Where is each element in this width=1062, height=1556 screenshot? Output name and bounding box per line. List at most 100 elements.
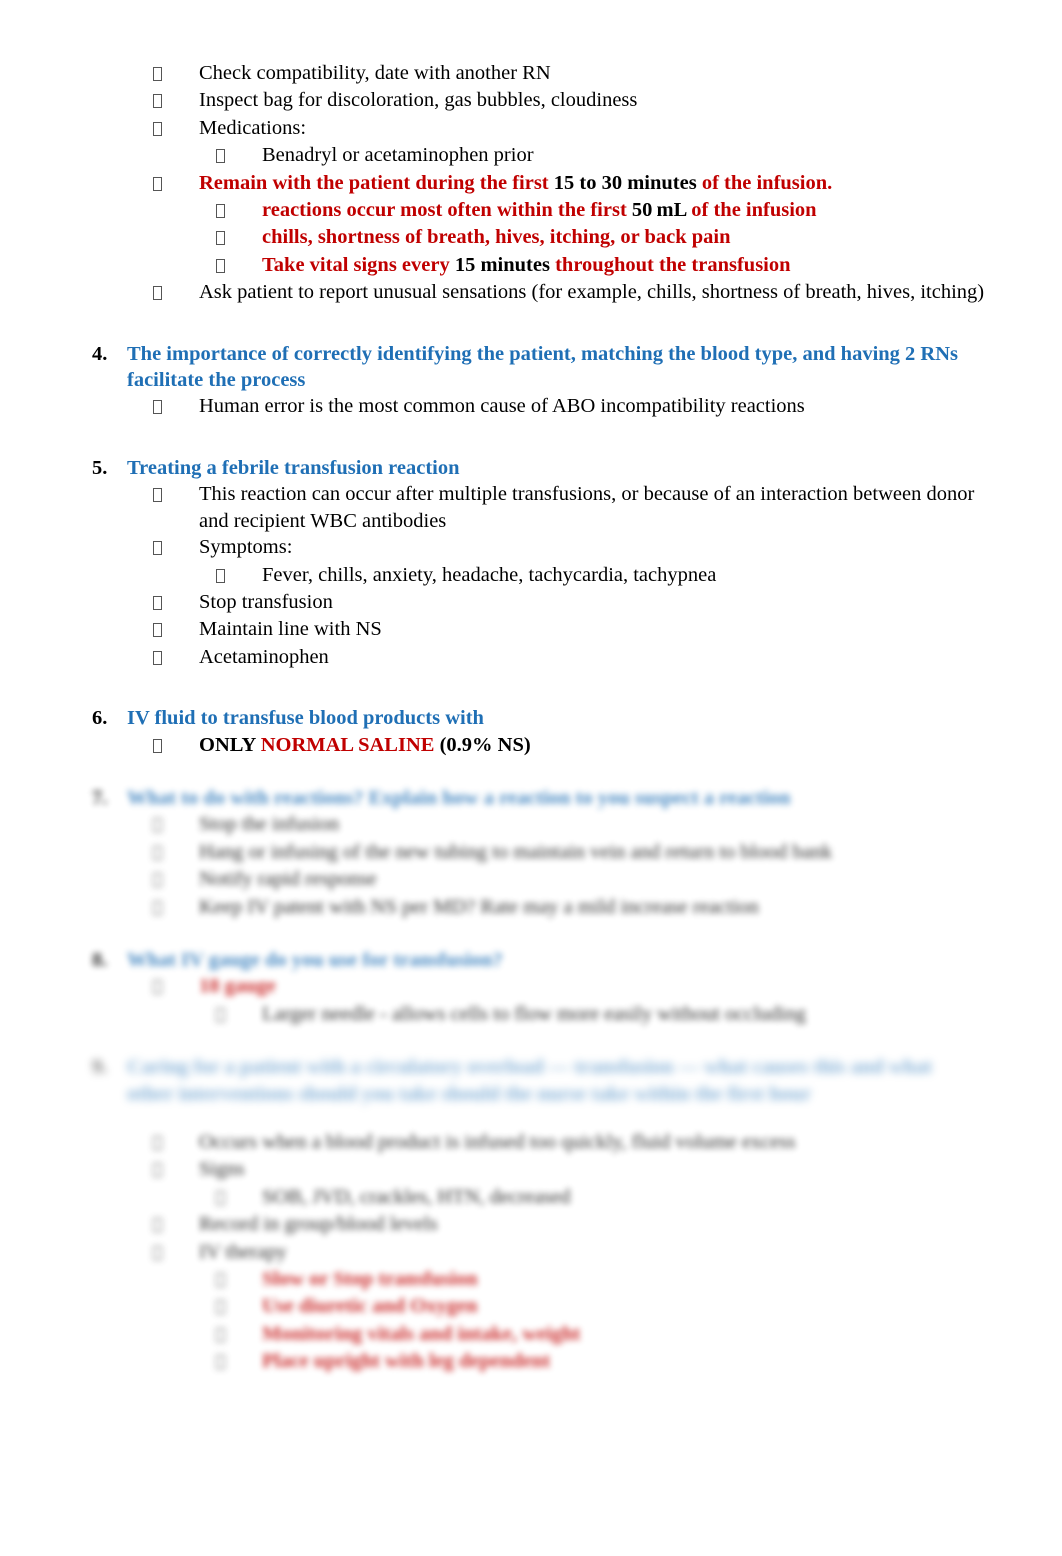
list-item: Signs [0,1156,1062,1183]
bullet-glyph-icon [153,840,167,866]
bullet-glyph-icon [153,1130,167,1156]
list-item-label: Stop transfusion [199,590,333,613]
bullet-glyph-icon [153,1240,167,1266]
bullet-glyph-icon [153,895,167,921]
list-item-label: Acetaminophen [199,645,329,668]
list-item-label: Monitoring vitals and intake, weight [262,1322,581,1345]
section-5-heading-row: 5. Treating a febrile transfusion reacti… [0,455,1062,481]
bullet-glyph-icon [153,617,167,643]
bullet-glyph-icon [216,1185,230,1211]
vitals-text-black: 15 minutes [454,253,556,276]
bullet-glyph-icon [216,253,230,279]
reactions-timing-item: reactions occur most often within the fi… [0,197,1062,224]
top-bullet-list: Check compatibility, date with another R… [0,60,1062,307]
list-item-label: Fever, chills, anxiety, headache, tachyc… [262,563,717,586]
bullet-glyph-icon [216,143,230,169]
bullet-glyph-icon [153,733,167,759]
section-8-heading: What IV gauge do you use for transfusion… [127,948,503,971]
bullet-glyph-icon [216,563,230,589]
bullet-glyph-icon [216,1322,230,1348]
list-item-label: Slow or Stop transfusion [262,1268,478,1291]
section-4: 4. The importance of correctly identifyi… [0,341,1062,421]
list-item: Use diuretic and Oxygen [0,1293,1062,1320]
list-item-label: Human error is the most common cause of … [199,395,805,418]
list-item: Stop transfusion [0,589,1062,616]
reactions-text-black: 50 mL [631,199,692,222]
list-item: Larger needle - allows cells to flow mor… [0,1001,1062,1028]
section-7-heading-row: 7. What to do with reactions? Explain ho… [0,785,1062,811]
list-item-label: Occurs when a blood product is infused t… [199,1131,796,1153]
bullet-glyph-icon [153,116,167,142]
section-5: 5. Treating a febrile transfusion reacti… [0,455,1062,671]
section-8-number: 8. [92,948,108,971]
vital-signs-label: Take vital signs every 15 minutes throug… [230,252,1062,278]
list-item-label: Notify rapid response [199,868,377,891]
list-item-label: Keep IV patent with NS per MD? Rate may … [199,895,759,918]
remain-with-patient-label: Remain with the patient during the first… [167,170,1062,196]
document-body: Check compatibility, date with another R… [0,0,1062,1376]
section-6-heading-row: 6. IV fluid to transfuse blood products … [0,705,1062,731]
section-7-obscured: 7. What to do with reactions? Explain ho… [0,785,1062,921]
list-item-label: Record in group/blood levels [199,1213,438,1236]
remain-text-black: 15 to 30 minutes [553,171,702,194]
vital-signs-item: Take vital signs every 15 minutes throug… [0,252,1062,279]
list-item-label: IV therapy [199,1240,287,1263]
section-9-obscured: 9. Caring for a patient with a circulato… [0,1054,1062,1375]
section-9-heading: Caring for a patient with a circulatory … [127,1056,933,1105]
section-6-heading: IV fluid to transfuse blood products wit… [127,707,484,730]
list-item-label: Symptoms: [199,536,293,559]
list-item: Occurs when a blood product is infused t… [0,1129,1062,1156]
list-item: Record in group/blood levels [0,1211,1062,1238]
list-item: Maintain line with NS [0,616,1062,643]
ask-patient-item: Ask patient to report unusual sensations… [0,279,1062,306]
bullet-glyph-icon [153,88,167,114]
bullet-glyph-icon [153,1157,167,1183]
section-4-heading: The importance of correctly identifying … [127,342,959,392]
list-item: IV therapy [0,1239,1062,1266]
bullet-glyph-icon [153,1212,167,1238]
ask-patient-label: Ask patient to report unusual sensations… [199,281,985,304]
list-item-label: Maintain line with NS [199,618,382,641]
bullet-glyph-icon [153,867,167,893]
list-item-label: Benadryl or acetaminophen prior [262,144,534,167]
section-9-items: Occurs when a blood product is infused t… [0,1129,1062,1376]
list-item: Place upright with leg dependent [0,1348,1062,1375]
bullet-glyph-icon [216,198,230,224]
remain-with-patient-item: Remain with the patient during the first… [0,170,1062,197]
section-8-heading-row: 8. What IV gauge do you use for transfus… [0,947,1062,973]
bullet-glyph-icon [216,225,230,251]
list-item-label: Hang or infusing of the new tubing to ma… [199,840,833,863]
bullet-glyph-icon [153,171,167,197]
list-item: Monitoring vitals and intake, weight [0,1321,1062,1348]
bullet-glyph-icon [153,394,167,420]
normal-saline-label: ONLY NORMAL SALINE (0.9% NS) [167,732,1062,758]
list-item-label: Use diuretic and Oxygen [262,1295,478,1318]
list-item-label: Signs [199,1158,245,1181]
section-9-heading-row: 9. Caring for a patient with a circulato… [0,1054,1062,1107]
saline-text-black-2: (0.9% NS) [434,733,531,756]
list-item: Benadryl or acetaminophen prior [0,142,1062,169]
list-item: Slow or Stop transfusion [0,1266,1062,1293]
list-item-label: SOB, JVD, crackles, HTN, decreased [262,1185,571,1208]
bullet-glyph-icon [216,1294,230,1320]
bullet-glyph-icon [216,1002,230,1028]
list-item: Inspect bag for discoloration, gas bubbl… [0,87,1062,114]
section-4-heading-row: 4. The importance of correctly identifyi… [0,341,1062,394]
section-6-number: 6. [92,707,108,730]
section-8-obscured: 8. What IV gauge do you use for transfus… [0,947,1062,1028]
section-7-heading: What to do with reactions? Explain how a… [127,786,791,809]
section-5-heading: Treating a febrile transfusion reaction [127,456,460,479]
list-item: Keep IV patent with NS per MD? Rate may … [0,894,1062,921]
list-item: Stop the infusion [0,811,1062,838]
reaction-symptoms-item: chills, shortness of breath, hives, itch… [0,224,1062,251]
document-page: Check compatibility, date with another R… [0,0,1062,1556]
remain-text-red-2: of the infusion. [701,171,833,194]
remain-text-red-1: Remain with the patient during the first [199,171,554,194]
section-4-number: 4. [92,342,108,365]
section-6: 6. IV fluid to transfuse blood products … [0,705,1062,759]
list-item: Check compatibility, date with another R… [0,60,1062,87]
list-item-label: 18 gauge [199,975,276,998]
bullet-glyph-icon [153,645,167,671]
vitals-text-red-2: throughout the transfusion [555,253,791,276]
list-item: Symptoms: [0,534,1062,561]
